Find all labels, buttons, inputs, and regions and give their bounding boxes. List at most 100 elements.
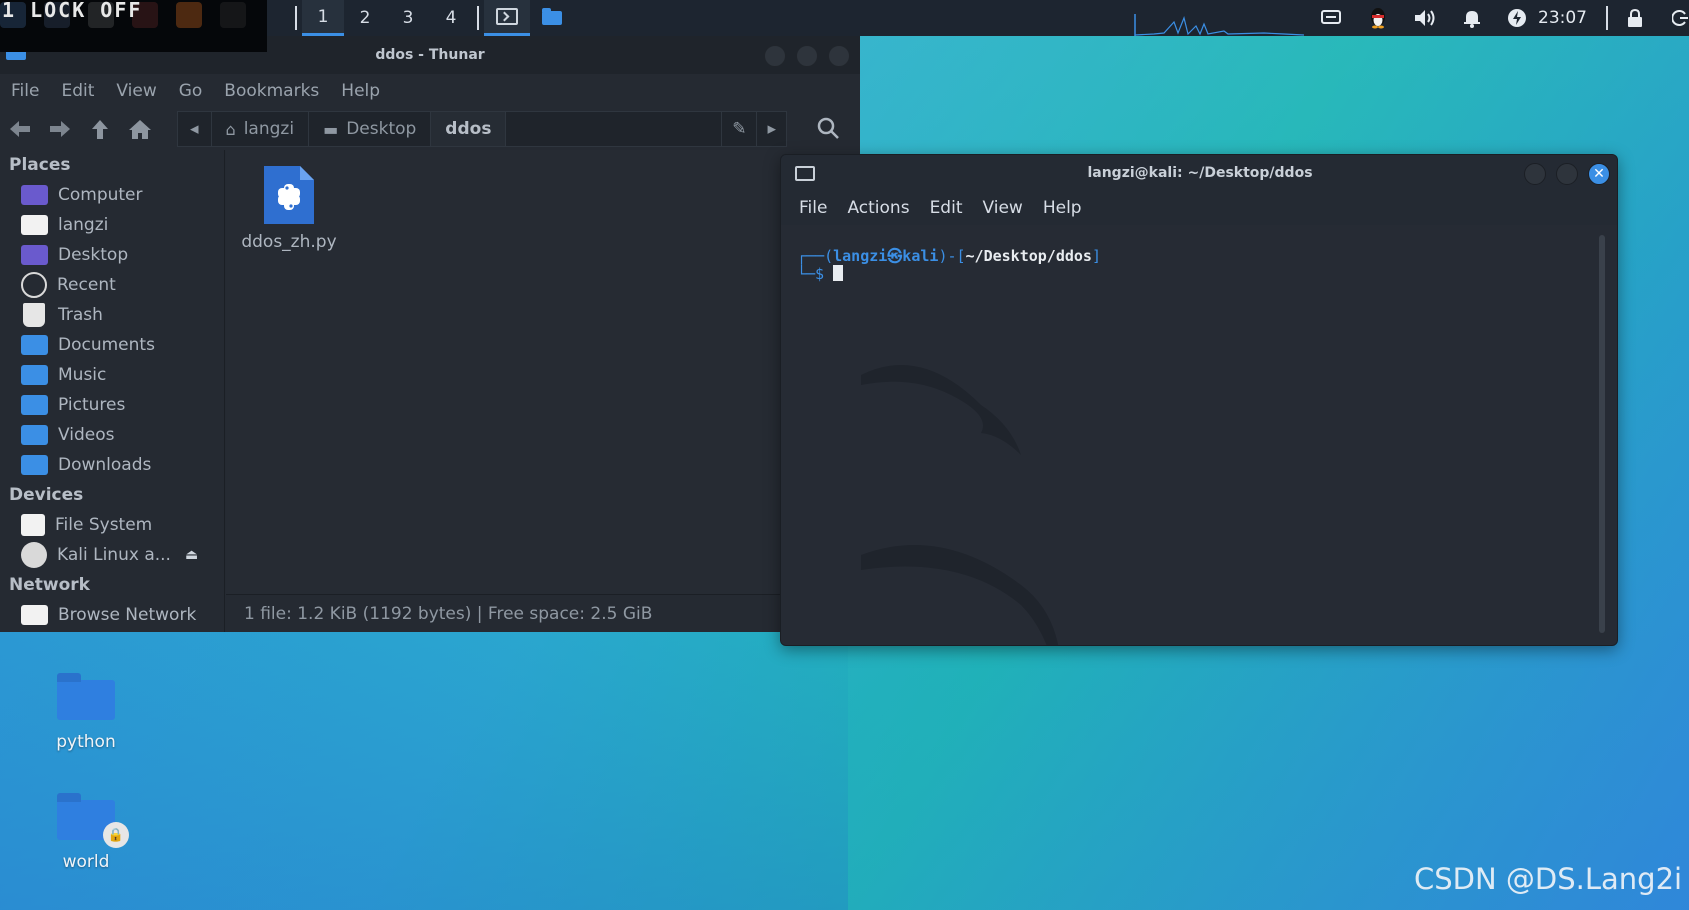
screen-icon[interactable]: [1320, 0, 1342, 36]
home-icon: ⌂: [225, 119, 236, 139]
maximize-button[interactable]: [796, 45, 818, 67]
menu-edit[interactable]: Edit: [50, 81, 105, 101]
sidebar-item-label: Kali Linux a...: [57, 545, 171, 565]
sidebar-item-music[interactable]: Music: [0, 360, 224, 390]
lock-screen-icon[interactable]: [1626, 0, 1644, 36]
terminal-menubar: File Actions Edit View Help: [781, 191, 1617, 225]
taskbar-terminal-button[interactable]: [484, 0, 530, 36]
thunar-sidebar: Places Computer langzi Desktop Recent Tr…: [0, 150, 225, 632]
prompt-line-1: ┌──(langzi㉿kali)-[~/Desktop/ddos]: [797, 245, 1101, 266]
sidebar-item-label: Documents: [58, 335, 155, 355]
terminal-launcher-icon[interactable]: [220, 2, 246, 28]
thunar-window: ddos - Thunar File Edit View Go Bookmark…: [0, 36, 860, 632]
terminal-icon: [496, 8, 518, 25]
sidebar-item-label: Pictures: [58, 395, 126, 415]
sidebar-item-videos[interactable]: Videos: [0, 420, 224, 450]
sidebar-item-recent[interactable]: Recent: [0, 270, 224, 300]
breadcrumb-ddos[interactable]: ddos: [431, 112, 507, 146]
sidebar-item-label: Computer: [58, 185, 143, 205]
lock-status-text: 1 LOCK OFF: [2, 0, 143, 22]
menu-edit[interactable]: Edit: [920, 198, 973, 218]
minimize-button[interactable]: [1524, 163, 1546, 185]
workspace-2[interactable]: 2: [344, 0, 386, 36]
up-arrow-icon[interactable]: [80, 109, 120, 149]
sidebar-item-browse-network[interactable]: Browse Network: [0, 600, 224, 630]
downloads-folder-icon: [21, 455, 48, 475]
close-button[interactable]: ✕: [1588, 163, 1610, 185]
sidebar-item-downloads[interactable]: Downloads: [0, 450, 224, 480]
prompt-user: langzi㉿kali: [833, 247, 939, 265]
menu-view[interactable]: View: [105, 81, 167, 101]
penguin-tray-icon[interactable]: [1367, 0, 1389, 36]
menu-go[interactable]: Go: [168, 81, 214, 101]
desktop-icon-world[interactable]: 🔒 world: [26, 793, 146, 872]
sidebar-item-kali-disc[interactable]: Kali Linux a... ⏏: [0, 540, 224, 570]
sidebar-item-label: Music: [58, 365, 107, 385]
sidebar-item-label: Downloads: [58, 455, 152, 475]
network-header: Network: [9, 575, 90, 595]
taskbar-thunar-button[interactable]: [529, 0, 575, 36]
workspace-3[interactable]: 3: [387, 0, 429, 36]
disc-icon: [21, 542, 47, 568]
menu-view[interactable]: View: [972, 198, 1032, 218]
menu-help[interactable]: Help: [1033, 198, 1092, 218]
firefox-icon[interactable]: [176, 2, 202, 28]
kali-dragon-watermark-icon: [861, 365, 1059, 645]
python-file-icon: [264, 166, 314, 224]
prompt-frame: )-[: [938, 247, 966, 265]
breadcrumb-label: ddos: [445, 119, 492, 139]
terminal-body[interactable]: ┌──(langzi㉿kali)-[~/Desktop/ddos] └─$: [781, 225, 1617, 645]
terminal-titlebar[interactable]: langzi@kali: ~/Desktop/ddos ✕: [781, 155, 1617, 191]
sidebar-item-file-system[interactable]: File System: [0, 510, 224, 540]
maximize-button[interactable]: [1556, 163, 1578, 185]
clock[interactable]: 23:07: [1538, 0, 1587, 36]
edit-location-pencil-icon[interactable]: ✎: [721, 112, 758, 146]
breadcrumb-right-arrow[interactable]: ▸: [757, 112, 786, 146]
prompt-frame: ┌──(: [797, 247, 834, 265]
terminal-scrollbar[interactable]: [1599, 235, 1605, 633]
statusbar: 1 file: 1.2 KiB (1192 bytes) | Free spac…: [226, 594, 860, 632]
eject-icon[interactable]: ⏏: [185, 547, 198, 563]
workspace-label: 1: [317, 6, 329, 27]
desktop-icon-python[interactable]: python: [26, 673, 146, 752]
home-icon[interactable]: [120, 109, 160, 149]
search-icon[interactable]: [816, 116, 840, 144]
menu-file[interactable]: File: [0, 81, 50, 101]
workspace-4[interactable]: 4: [430, 0, 472, 36]
cpu-graph: [1134, 14, 1304, 36]
minimize-button[interactable]: [764, 45, 786, 67]
logout-icon[interactable]: [1672, 0, 1688, 36]
back-arrow-icon[interactable]: [0, 109, 40, 149]
power-manager-icon[interactable]: [1507, 0, 1527, 36]
workspace-label: 2: [359, 8, 371, 28]
menu-actions[interactable]: Actions: [837, 198, 919, 218]
volume-icon[interactable]: [1413, 0, 1437, 36]
pictures-folder-icon: [21, 395, 48, 415]
breadcrumb-langzi[interactable]: ⌂ langzi: [212, 112, 310, 146]
menu-help[interactable]: Help: [330, 81, 391, 101]
desktop-icon-label: world: [62, 852, 110, 872]
notification-bell-icon[interactable]: [1462, 0, 1482, 36]
videos-folder-icon: [21, 425, 48, 445]
window-title: ddos - Thunar: [375, 47, 485, 63]
workspace-label: 4: [445, 8, 457, 28]
workspace-1[interactable]: 1: [302, 0, 344, 36]
close-button[interactable]: [828, 45, 850, 67]
sidebar-item-computer[interactable]: Computer: [0, 180, 224, 210]
sidebar-item-documents[interactable]: Documents: [0, 330, 224, 360]
forward-arrow-icon[interactable]: [40, 109, 80, 149]
file-item[interactable]: ddos_zh.py: [226, 150, 352, 260]
breadcrumb-left-arrow[interactable]: ◂: [178, 112, 212, 146]
documents-folder-icon: [21, 335, 48, 355]
sidebar-item-desktop[interactable]: Desktop: [0, 240, 224, 270]
trash-icon: [23, 303, 45, 327]
home-folder-icon: [21, 215, 48, 235]
panel-separator: [295, 6, 297, 30]
breadcrumb-desktop[interactable]: ▬ Desktop: [309, 112, 432, 146]
sidebar-item-langzi[interactable]: langzi: [0, 210, 224, 240]
sidebar-item-trash[interactable]: Trash: [0, 300, 224, 330]
menu-file[interactable]: File: [789, 198, 837, 218]
sidebar-item-pictures[interactable]: Pictures: [0, 390, 224, 420]
menu-bookmarks[interactable]: Bookmarks: [213, 81, 330, 101]
desktop-icon-label: python: [56, 732, 116, 752]
